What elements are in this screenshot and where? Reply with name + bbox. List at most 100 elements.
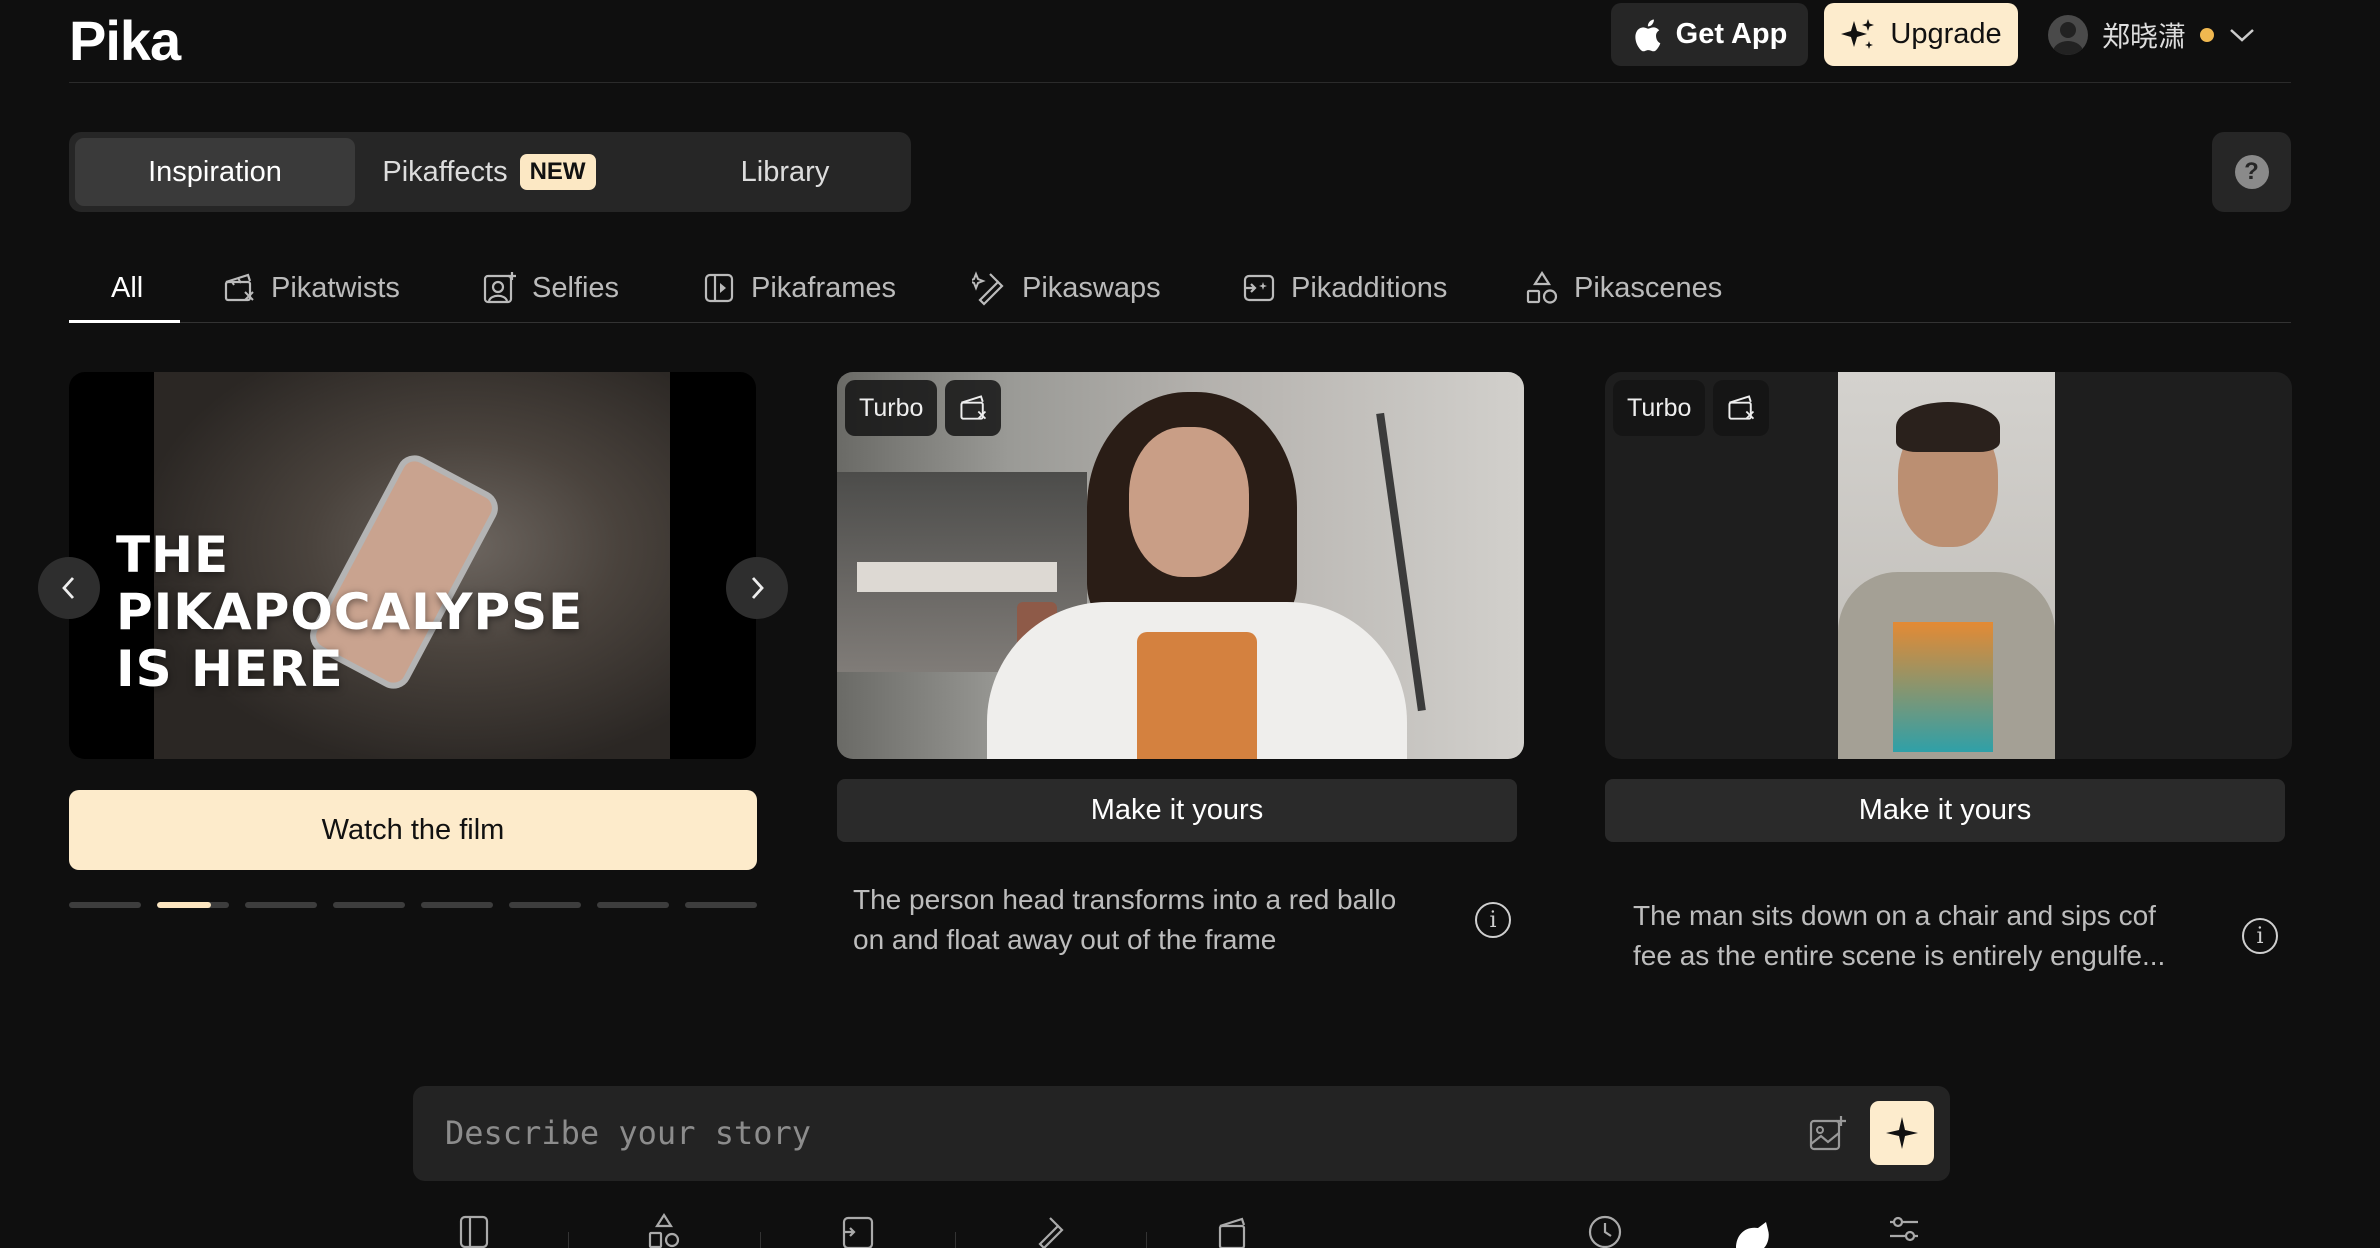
turbo-badge: Turbo — [1613, 380, 1706, 436]
apple-icon — [1635, 19, 1660, 51]
get-app-button[interactable]: Get App — [1611, 3, 1808, 66]
chevron-down-icon — [2230, 29, 2254, 42]
clapper-icon — [1728, 395, 1755, 420]
card-description-line: fee as the entire scene is entirely engu… — [1633, 940, 2166, 971]
new-badge: NEW — [519, 154, 596, 190]
swap-icon — [972, 271, 1004, 306]
model-rabbit-icon[interactable] — [1732, 1212, 1772, 1248]
generate-button[interactable] — [1870, 1101, 1934, 1165]
watch-film-button[interactable]: Watch the film — [69, 790, 757, 870]
twist-badge — [1713, 380, 1770, 436]
category-pikascenes[interactable]: Pikascenes — [1524, 262, 1722, 314]
category-pikatwists[interactable]: Pikatwists — [221, 262, 400, 314]
carousel-dot[interactable] — [421, 902, 493, 908]
carousel-prev-button[interactable] — [38, 557, 100, 619]
help-icon: ? — [2234, 155, 2269, 189]
chevron-left-icon — [62, 577, 75, 599]
tab-library[interactable]: Library — [665, 138, 905, 206]
make-it-yours-button[interactable]: Make it yours — [1605, 779, 2285, 842]
make-it-yours-button[interactable]: Make it yours — [837, 779, 1517, 842]
selfie-icon — [483, 272, 516, 304]
get-app-label: Get App — [1675, 18, 1788, 50]
category-label: Pikaframes — [751, 271, 897, 304]
card-description-line: The man sits down on a chair and sips co… — [1633, 900, 2156, 931]
hero-title: THE PIKAPOCALYPSE IS HERE — [116, 527, 583, 698]
category-label: Pikatwists — [271, 271, 400, 304]
frames-icon — [704, 273, 734, 303]
tab-label: Library — [740, 155, 830, 188]
info-icon[interactable]: i — [1475, 902, 1511, 938]
card-description: The person head transforms into a red ba… — [853, 880, 1423, 960]
carousel-dot[interactable] — [69, 902, 141, 908]
card-badges: Turbo — [845, 380, 1002, 436]
carousel-dot[interactable] — [333, 902, 405, 908]
card-video-thumbnail — [1838, 372, 2055, 759]
frames-icon[interactable] — [456, 1212, 492, 1248]
shapes-icon — [1526, 270, 1558, 304]
category-all[interactable]: All — [111, 262, 143, 314]
card-description: The man sits down on a chair and sips co… — [1633, 896, 2203, 976]
avatar — [2048, 15, 2088, 55]
carousel-next-button[interactable] — [726, 557, 788, 619]
card-badges: Turbo — [1613, 380, 1770, 436]
upgrade-button[interactable]: Upgrade — [1824, 3, 2018, 66]
username: 郑晓潇 — [2102, 21, 2187, 52]
chevron-right-icon — [751, 577, 764, 599]
history-icon[interactable] — [1587, 1212, 1623, 1248]
prompt-bar — [413, 1086, 1950, 1181]
toolbar-separator — [760, 1232, 761, 1248]
user-menu[interactable]: 郑晓潇 — [2048, 12, 2256, 58]
pika-logo[interactable]: Pika — [69, 8, 181, 73]
card-description-line: on and float away out of the frame — [853, 924, 1277, 955]
category-active-underline — [69, 320, 180, 323]
category-pikaframes[interactable]: Pikaframes — [701, 262, 896, 314]
sparkle-icon — [1886, 1117, 1918, 1149]
toolbar-separator — [568, 1232, 569, 1248]
tab-inspiration[interactable]: Inspiration — [75, 138, 355, 206]
tab-pikaffects[interactable]: Pikaffects NEW — [369, 138, 609, 206]
carousel-dot-progress — [157, 902, 211, 908]
category-pikadditions[interactable]: Pikadditions — [1241, 262, 1447, 314]
category-selfies[interactable]: Selfies — [482, 262, 619, 314]
carousel-dot[interactable] — [685, 902, 757, 908]
additions-icon[interactable] — [840, 1212, 876, 1248]
inspiration-card[interactable]: Turbo — [837, 372, 1524, 759]
hero-title-line: THE — [116, 526, 230, 584]
category-label: All — [111, 271, 144, 304]
story-input[interactable] — [445, 1108, 1745, 1158]
hero-card[interactable]: THE PIKAPOCALYPSE IS HERE — [69, 372, 756, 759]
sparkle-icon — [1841, 18, 1875, 49]
toolbar-separator — [1146, 1232, 1147, 1248]
swap-icon[interactable] — [1032, 1212, 1068, 1248]
carousel-dot[interactable] — [509, 902, 581, 908]
info-icon[interactable]: i — [2242, 918, 2278, 954]
clapper-icon — [960, 395, 987, 420]
clapper-icon — [224, 273, 254, 302]
settings-sliders-icon[interactable] — [1886, 1212, 1922, 1248]
tab-label: Pikaffects — [382, 155, 508, 188]
help-button[interactable]: ? — [2212, 132, 2291, 212]
category-label: Pikascenes — [1574, 271, 1723, 304]
upgrade-label: Upgrade — [1890, 18, 2002, 50]
hero-title-line: PIKAPOCALYPSE — [116, 583, 584, 641]
hero-title-line: IS HERE — [116, 640, 344, 698]
card-description-line: The person head transforms into a red ba… — [853, 884, 1397, 915]
toolbar-separator — [955, 1232, 956, 1248]
category-filter-bar: All Pikatwists Selfies Pikaframes Pikasw… — [69, 262, 2291, 322]
carousel-dot[interactable] — [157, 902, 229, 908]
category-label: Selfies — [532, 271, 620, 304]
clapper-icon[interactable] — [1215, 1212, 1251, 1248]
carousel-dot[interactable] — [597, 902, 669, 908]
tab-label: Inspiration — [148, 155, 282, 188]
carousel-dot[interactable] — [245, 902, 317, 908]
category-label: Pikaswaps — [1022, 271, 1161, 304]
category-divider — [69, 322, 2291, 323]
inspiration-card[interactable]: Turbo — [1605, 372, 2292, 759]
additions-icon — [1243, 274, 1275, 302]
category-pikaswaps[interactable]: Pikaswaps — [972, 262, 1161, 314]
shapes-icon[interactable] — [646, 1212, 682, 1248]
image-upload-icon[interactable] — [1808, 1114, 1848, 1154]
turbo-badge: Turbo — [845, 380, 938, 436]
carousel-indicators — [69, 902, 757, 908]
header-divider — [69, 82, 2291, 83]
